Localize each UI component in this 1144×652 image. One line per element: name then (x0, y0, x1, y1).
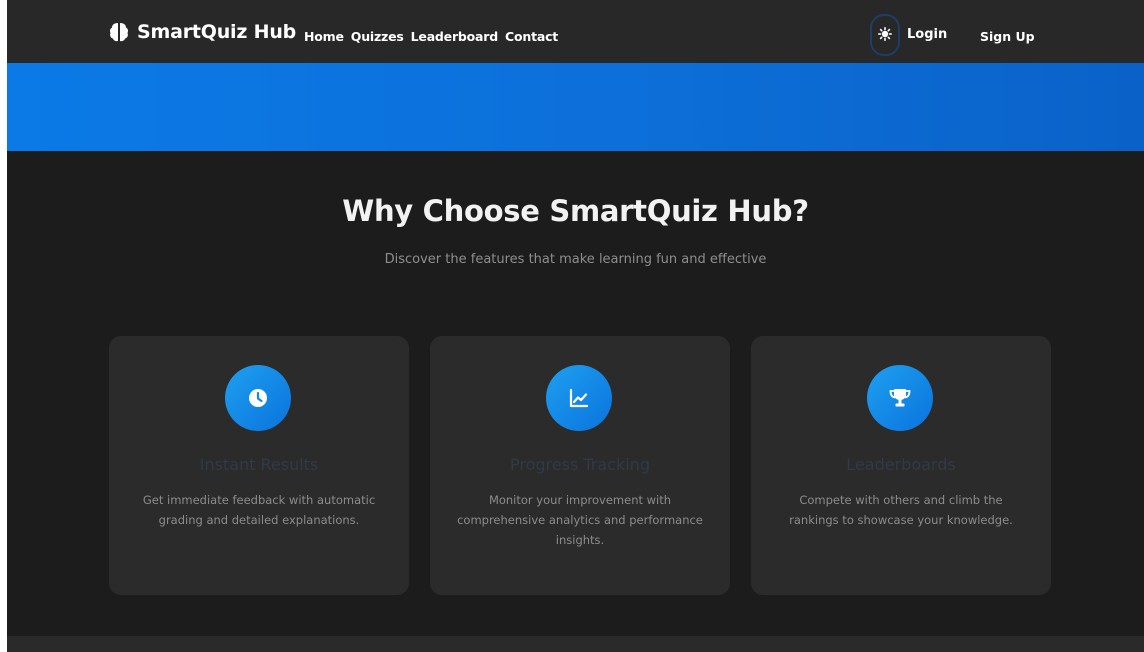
login-link[interactable]: Login (907, 27, 947, 42)
footer-band (7, 636, 1144, 652)
signup-button[interactable]: Sign Up (980, 29, 1035, 44)
features-title: Why Choose SmartQuiz Hub? (342, 194, 809, 228)
feature-card-leaderboards: Leaderboards Compete with others and cli… (751, 336, 1051, 595)
theme-toggle-button[interactable] (870, 14, 900, 56)
feature-card-title: Instant Results (199, 455, 319, 474)
hero-banner (7, 63, 1144, 151)
feature-card-description: Compete with others and climb the rankin… (789, 493, 1013, 527)
nav-link-contact[interactable]: Contact (505, 29, 558, 44)
feature-card-description: Get immediate feedback with automatic gr… (142, 493, 376, 527)
navbar: SmartQuiz Hub Home Quizzes Leaderboard C… (7, 0, 1144, 63)
brand-name: SmartQuiz Hub (137, 21, 297, 43)
feature-card-title: Progress Tracking (510, 455, 650, 474)
feature-card-description: Monitor your improvement with comprehens… (457, 493, 703, 547)
feature-card-instant-results: Instant Results Get immediate feedback w… (109, 336, 409, 595)
nav-link-leaderboard[interactable]: Leaderboard (411, 29, 499, 44)
chart-line-icon (546, 365, 612, 431)
page: SmartQuiz Hub Home Quizzes Leaderboard C… (7, 0, 1144, 652)
nav-link-quizzes[interactable]: Quizzes (351, 29, 404, 44)
nav-link-home[interactable]: Home (304, 29, 344, 44)
feature-card-progress-tracking: Progress Tracking Monitor your improveme… (430, 336, 730, 595)
features-subtitle: Discover the features that make learning… (384, 252, 767, 267)
clock-icon (225, 365, 291, 431)
brand-logo-link[interactable]: SmartQuiz Hub (108, 21, 296, 43)
feature-card-title: Leaderboards (846, 455, 956, 474)
trophy-icon (867, 365, 933, 431)
sun-icon (878, 26, 892, 45)
brain-icon (108, 21, 130, 43)
nav-links: Home Quizzes Leaderboard Contact (304, 29, 558, 44)
